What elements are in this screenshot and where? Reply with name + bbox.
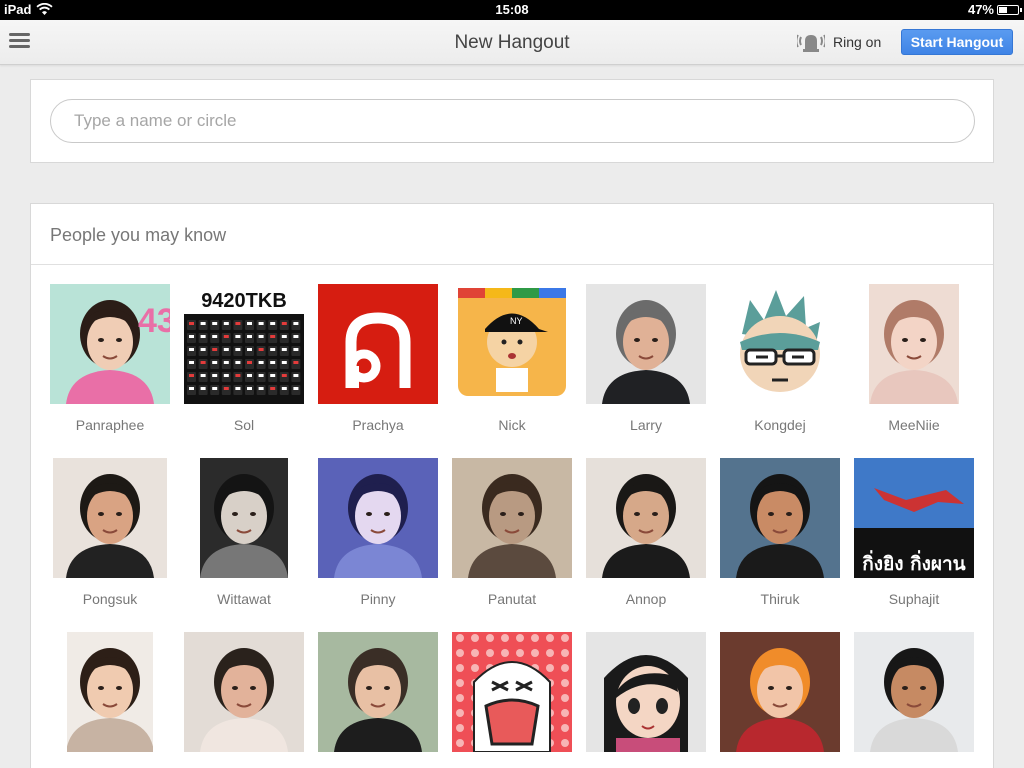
person-name: MeeNiie	[888, 417, 940, 433]
people-section-title: People you may know	[31, 204, 993, 265]
avatar[interactable]	[184, 632, 304, 752]
person-tile[interactable]: Prachya	[318, 284, 438, 444]
person-tile[interactable]	[854, 632, 974, 768]
avatar[interactable]	[854, 632, 974, 752]
person-name: Prachya	[352, 417, 404, 433]
person-tile[interactable]: 43 Panraphee	[50, 284, 170, 444]
person-tile[interactable]: Pinny	[318, 458, 438, 618]
person-tile[interactable]	[452, 632, 572, 768]
avatar[interactable]	[452, 632, 572, 752]
person-name: Pongsuk	[82, 591, 138, 607]
svg-text:กิ่งยิง กิ่งผาน: กิ่งยิง กิ่งผาน	[862, 550, 965, 575]
avatar[interactable]	[50, 458, 170, 578]
battery-percentage: 47%	[967, 2, 994, 17]
start-hangout-button[interactable]: Start Hangout	[901, 29, 1013, 55]
person-name: Kongdej	[754, 417, 806, 433]
person-name: Panraphee	[75, 417, 145, 433]
avatar[interactable]	[318, 632, 438, 752]
person-tile[interactable]	[720, 632, 840, 768]
person-name: Sol	[233, 417, 255, 433]
person-tile[interactable]: Panutat	[452, 458, 572, 618]
person-name: Annop	[625, 591, 667, 607]
people-suggestions-card: People you may know 43 Panraphee 9420TKB So…	[30, 203, 994, 768]
person-name: Wittawat	[217, 591, 271, 607]
avatar[interactable]	[318, 458, 438, 578]
person-tile[interactable]	[318, 632, 438, 768]
avatar[interactable]	[720, 458, 840, 578]
avatar[interactable]	[854, 284, 974, 404]
battery-icon	[997, 5, 1022, 15]
search-card	[30, 79, 994, 163]
svg-text:43: 43	[138, 302, 170, 340]
svg-text:NY: NY	[510, 316, 523, 326]
alarm-bell-icon[interactable]	[795, 31, 827, 53]
avatar[interactable]	[586, 284, 706, 404]
app-header: New Hangout Ring on Start Hangout	[0, 20, 1024, 65]
avatar[interactable]	[184, 458, 304, 578]
avatar[interactable]: กิ่งยิง กิ่งผาน	[854, 458, 974, 578]
avatar[interactable]	[452, 458, 572, 578]
person-tile[interactable]	[184, 632, 304, 768]
person-tile[interactable]	[50, 632, 170, 768]
person-name: Nick	[498, 417, 526, 433]
person-tile[interactable]: Annop	[586, 458, 706, 618]
person-tile[interactable]: Wittawat	[184, 458, 304, 618]
person-tile[interactable]: Larry	[586, 284, 706, 444]
status-bar: iPad 15:08 47%	[0, 0, 1024, 20]
person-tile[interactable]: 9420TKB Sol	[184, 284, 304, 444]
avatar[interactable]: 9420TKB	[184, 284, 304, 404]
person-name: Suphajit	[888, 591, 940, 607]
clock-time: 15:08	[495, 2, 529, 17]
avatar[interactable]	[720, 284, 840, 404]
ring-toggle-label[interactable]: Ring on	[833, 34, 881, 50]
svg-text:9420TKB: 9420TKB	[201, 290, 287, 312]
person-tile[interactable]: Kongdej	[720, 284, 840, 444]
person-tile[interactable]: MeeNiie	[854, 284, 974, 444]
avatar[interactable]	[586, 458, 706, 578]
avatar[interactable]: NY	[452, 284, 572, 404]
person-name: Panutat	[487, 591, 537, 607]
person-name: Pinny	[360, 591, 396, 607]
avatar[interactable]	[318, 284, 438, 404]
avatar[interactable]	[50, 632, 170, 752]
person-name: Larry	[630, 417, 662, 433]
person-tile[interactable]	[586, 632, 706, 768]
person-tile[interactable]: NY Nick	[452, 284, 572, 444]
avatar[interactable]	[586, 632, 706, 752]
search-input[interactable]	[50, 99, 975, 143]
person-tile[interactable]: กิ่งยิง กิ่งผาน Suphajit	[854, 458, 974, 618]
avatar[interactable]	[720, 632, 840, 752]
avatar[interactable]: 43	[50, 284, 170, 404]
person-name: Thiruk	[760, 591, 800, 607]
person-tile[interactable]: Pongsuk	[50, 458, 170, 618]
person-tile[interactable]: Thiruk	[720, 458, 840, 618]
